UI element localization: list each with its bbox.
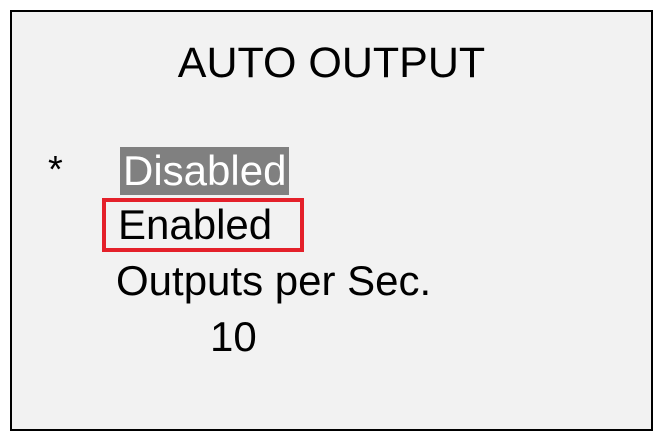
option-disabled[interactable]: Disabled <box>120 147 290 195</box>
option-outputs-per-sec[interactable]: Outputs per Sec. <box>116 257 431 305</box>
screen-title: AUTO OUTPUT <box>177 39 486 87</box>
option-enabled[interactable]: Enabled <box>102 198 304 252</box>
outputs-per-sec-value[interactable]: 10 <box>210 313 257 361</box>
selected-marker: * <box>48 149 63 191</box>
auto-output-screen: AUTO OUTPUT * Disabled Enabled Outputs p… <box>10 10 653 431</box>
